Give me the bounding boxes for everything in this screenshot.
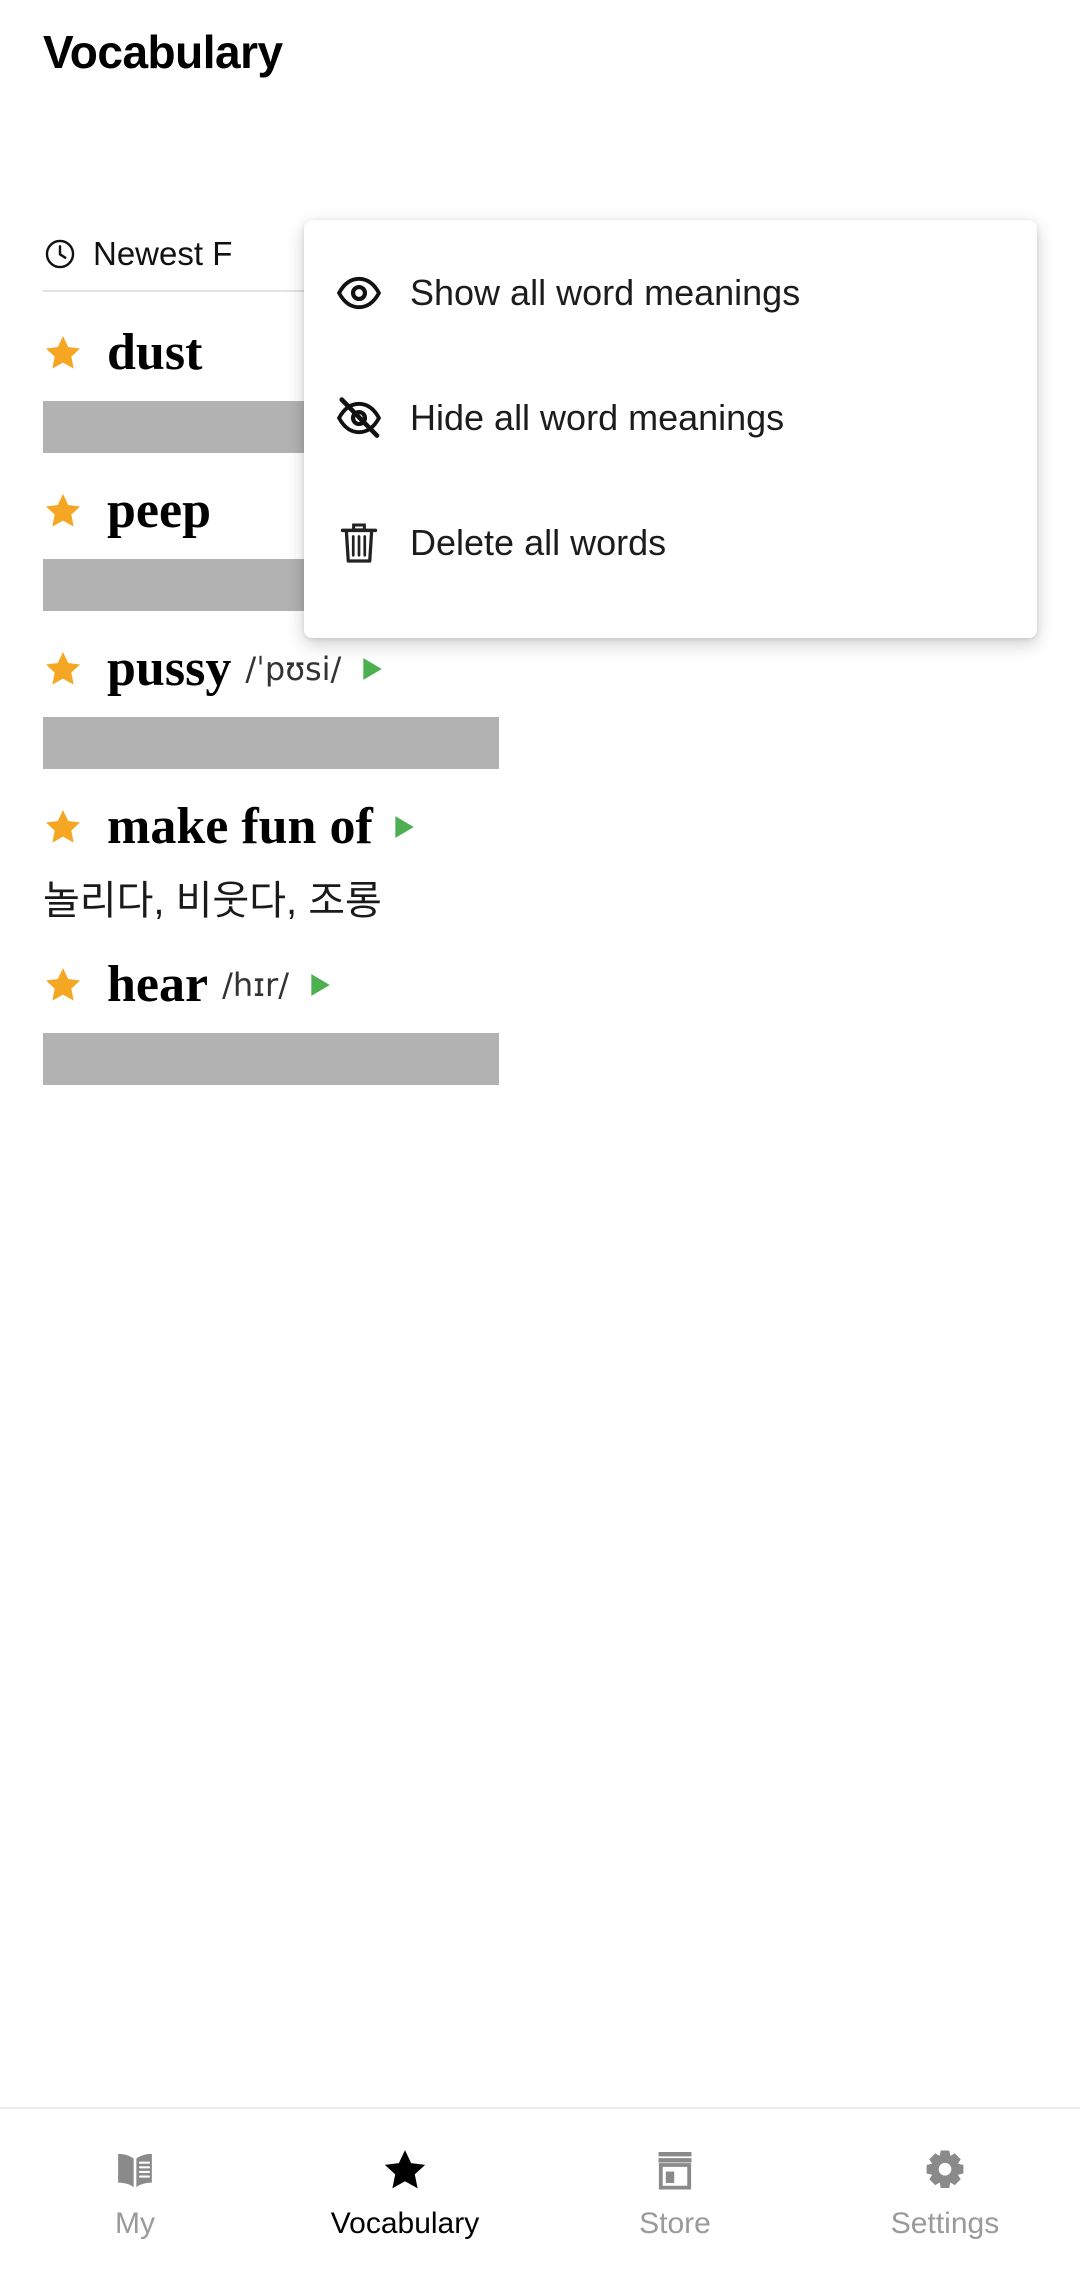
nav-item-store[interactable]: Store bbox=[540, 2109, 810, 2269]
word-list-item[interactable]: pussy /ˈpʊsi/ bbox=[0, 621, 1080, 769]
word-header: make fun of bbox=[43, 779, 1080, 875]
star-icon[interactable] bbox=[43, 807, 83, 847]
sort-label: Newest F bbox=[93, 235, 233, 272]
nav-item-my[interactable]: My bbox=[0, 2109, 270, 2269]
menu-item-show-all-meanings[interactable]: Show all word meanings bbox=[304, 230, 1037, 356]
word-meaning[interactable] bbox=[43, 1033, 1080, 1085]
eye-off-icon bbox=[336, 397, 382, 438]
clock-icon bbox=[45, 239, 75, 269]
bottom-navigation: My Vocabulary Store Settings bbox=[0, 2107, 1080, 2269]
page-title: Vocabulary bbox=[43, 26, 283, 78]
nav-item-vocabulary[interactable]: Vocabulary bbox=[270, 2109, 540, 2269]
star-icon[interactable] bbox=[43, 333, 83, 373]
menu-item-label: Show all word meanings bbox=[410, 272, 801, 313]
star-icon[interactable] bbox=[43, 649, 83, 689]
gear-icon bbox=[926, 2150, 964, 2189]
store-icon bbox=[658, 2151, 692, 2190]
hidden-meaning-bar[interactable] bbox=[43, 717, 499, 769]
trash-icon bbox=[340, 523, 378, 563]
nav-item-label: Settings bbox=[890, 2207, 1000, 2240]
word-term: make fun of bbox=[107, 798, 373, 855]
menu-item-label: Hide all word meanings bbox=[410, 397, 785, 438]
play-audio-icon[interactable] bbox=[307, 970, 333, 1000]
meaning-text: 놀리다, 비웃다, 조롱 bbox=[43, 879, 382, 923]
menu-item-label: Delete all words bbox=[410, 522, 667, 563]
sort-selector[interactable]: Newest F bbox=[43, 228, 232, 280]
word-header: hear /hɪr/ bbox=[43, 937, 1080, 1033]
star-icon bbox=[384, 2150, 426, 2189]
word-list-item[interactable]: make fun of 놀리다, 비웃다, 조롱 bbox=[0, 779, 1080, 927]
book-icon bbox=[118, 2153, 152, 2188]
nav-item-label: My bbox=[115, 2207, 155, 2240]
menu-item-hide-all-meanings[interactable]: Hide all word meanings bbox=[304, 355, 1037, 481]
word-term: hear bbox=[107, 956, 209, 1013]
nav-item-label: Store bbox=[639, 2207, 711, 2240]
word-term: peep bbox=[107, 482, 211, 539]
word-list-item[interactable]: hear /hɪr/ bbox=[0, 937, 1080, 1085]
nav-item-label: Vocabulary bbox=[330, 2207, 480, 2240]
star-icon[interactable] bbox=[43, 491, 83, 531]
nav-item-settings[interactable]: Settings bbox=[810, 2109, 1080, 2269]
word-term: dust bbox=[107, 324, 203, 381]
word-meaning[interactable] bbox=[43, 717, 1080, 769]
play-audio-icon[interactable] bbox=[391, 812, 417, 842]
menu-item-delete-all-words[interactable]: Delete all words bbox=[304, 480, 1037, 606]
overflow-menu: Show all word meanings Hide all word mea… bbox=[304, 220, 1037, 638]
word-phonetic: /hɪr/ bbox=[222, 966, 289, 1004]
word-phonetic: /ˈpʊsi/ bbox=[245, 650, 342, 688]
word-term: pussy bbox=[107, 640, 232, 697]
eye-icon bbox=[336, 276, 382, 310]
hidden-meaning-bar[interactable] bbox=[43, 1033, 499, 1085]
star-icon[interactable] bbox=[43, 965, 83, 1005]
word-meaning[interactable]: 놀리다, 비웃다, 조롱 bbox=[43, 875, 1080, 927]
play-audio-icon[interactable] bbox=[359, 654, 385, 684]
